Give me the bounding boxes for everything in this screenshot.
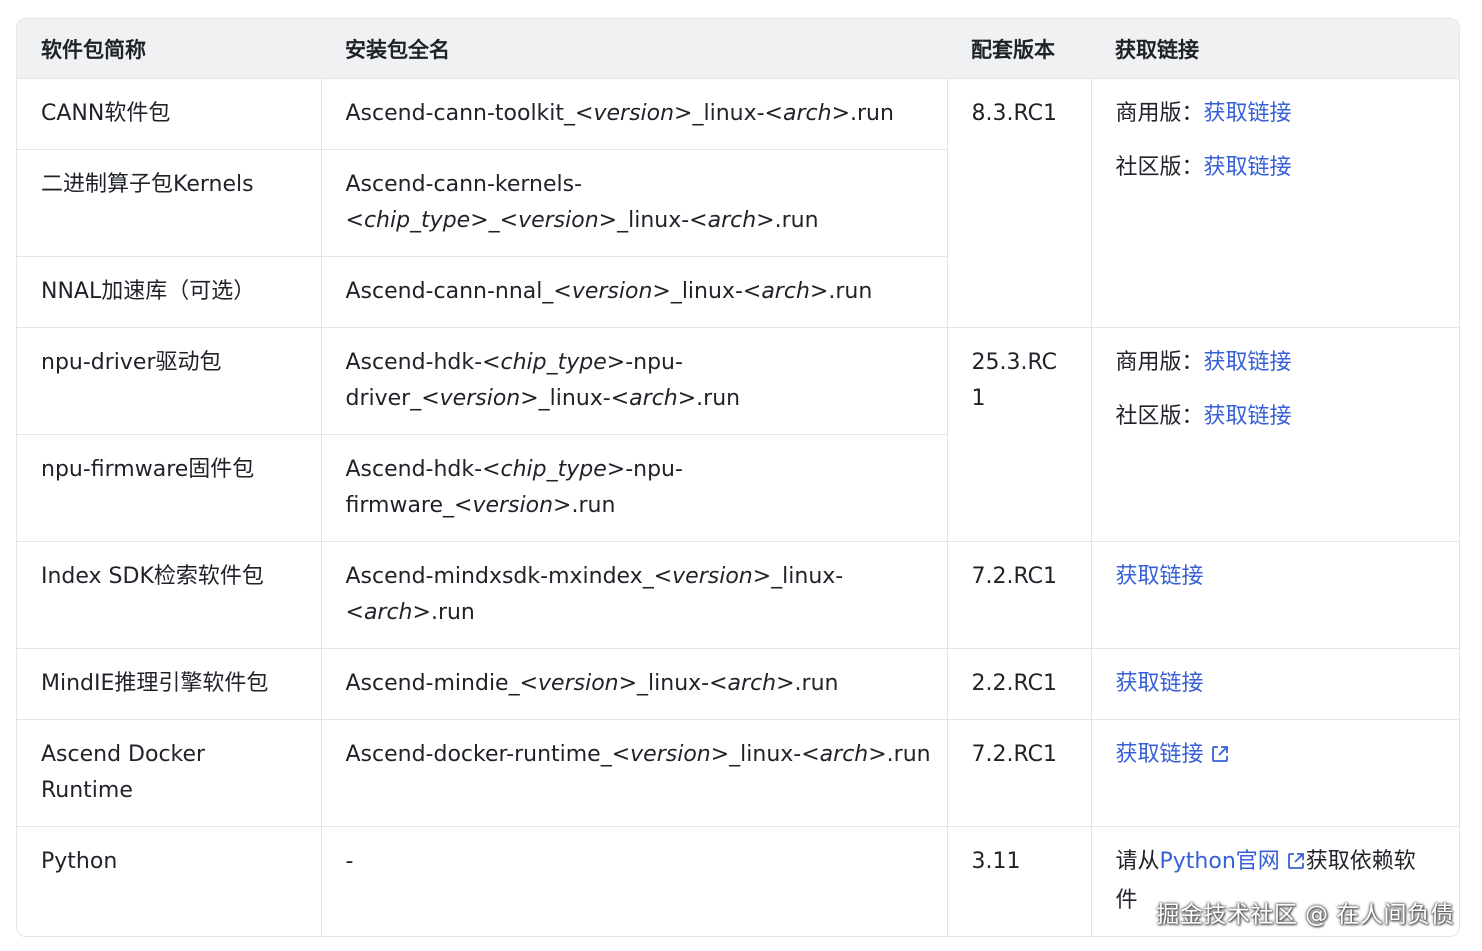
package-version: 7.2.RC1 <box>946 719 1091 827</box>
package-links: 获取链接 <box>1090 541 1459 649</box>
package-name: Ascend Docker Runtime <box>17 719 321 827</box>
table-row: MindIE推理引擎软件包 Ascend-mindie_<version>_li… <box>17 648 1459 720</box>
community-label: 社区版： <box>1115 404 1204 429</box>
package-links: 获取链接 <box>1090 719 1459 827</box>
table-row: npu-driver驱动包 Ascend-hdk-<chip_type>-npu… <box>17 327 1459 542</box>
community-link[interactable]: 获取链接 <box>1204 404 1292 429</box>
package-name: Python <box>17 826 321 936</box>
package-name: MindIE推理引擎软件包 <box>17 648 321 720</box>
table-row: Index SDK检索软件包 Ascend-mindxsdk-mxindex_<… <box>17 541 1459 649</box>
package-file: Ascend-cann-kernels-<chip_type>_<version… <box>320 149 947 257</box>
table-row: CANN软件包 Ascend-cann-toolkit_<version>_li… <box>17 78 1459 328</box>
package-name: npu-driver驱动包 <box>17 327 321 435</box>
external-link-icon <box>1210 740 1230 776</box>
package-version: 8.3.RC1 <box>946 78 1091 328</box>
table-header-row: 软件包简称 安装包全名 配套版本 获取链接 <box>17 19 1459 79</box>
commercial-link[interactable]: 获取链接 <box>1204 101 1292 126</box>
package-version: 3.11 <box>946 826 1091 936</box>
package-file: Ascend-mindie_<version>_linux-<arch>.run <box>320 648 947 720</box>
get-link[interactable]: 获取链接 <box>1116 742 1230 767</box>
package-version: 2.2.RC1 <box>946 648 1091 720</box>
package-name: npu-firmware固件包 <box>17 434 321 542</box>
get-link[interactable]: 获取链接 <box>1116 671 1204 696</box>
package-file: Ascend-cann-nnal_<version>_linux-<arch>.… <box>320 256 947 328</box>
package-links: 获取链接 <box>1090 648 1459 720</box>
community-link[interactable]: 获取链接 <box>1204 155 1292 180</box>
package-name: NNAL加速库（可选） <box>17 256 321 328</box>
python-official-link[interactable]: Python官网 <box>1160 849 1306 874</box>
package-file: - <box>320 826 947 936</box>
package-file: Ascend-hdk-<chip_type>-npu-firmware_<ver… <box>320 434 947 542</box>
package-links: 商用版：获取链接 社区版：获取链接 <box>1090 327 1459 542</box>
package-file: Ascend-cann-toolkit_<version>_linux-<arc… <box>320 78 947 150</box>
commercial-link[interactable]: 获取链接 <box>1204 350 1292 375</box>
get-link[interactable]: 获取链接 <box>1116 564 1204 589</box>
package-name: 二进制算子包Kernels <box>17 149 321 257</box>
package-name: Index SDK检索软件包 <box>17 541 321 649</box>
commercial-label: 商用版： <box>1115 350 1204 375</box>
package-links: 商用版：获取链接 社区版：获取链接 <box>1090 78 1459 328</box>
commercial-label: 商用版： <box>1115 101 1204 126</box>
software-package-table: 软件包简称 安装包全名 配套版本 获取链接 CANN软件包 Ascend-can… <box>16 18 1460 937</box>
external-link-icon <box>1286 847 1306 883</box>
header-package-short-name: 软件包简称 <box>17 19 321 79</box>
package-name: CANN软件包 <box>17 78 321 150</box>
package-file: Ascend-mindxsdk-mxindex_<version>_linux-… <box>320 541 947 649</box>
header-package-full-name: 安装包全名 <box>321 19 947 79</box>
header-version: 配套版本 <box>947 19 1091 79</box>
header-link: 获取链接 <box>1091 19 1459 79</box>
package-version: 7.2.RC1 <box>946 541 1091 649</box>
package-file: Ascend-docker-runtime_<version>_linux-<a… <box>320 719 947 827</box>
package-version: 25.3.RC1 <box>946 327 1091 542</box>
package-file: Ascend-hdk-<chip_type>-npu-driver_<versi… <box>320 327 947 435</box>
community-label: 社区版： <box>1115 155 1204 180</box>
watermark: 掘金技术社区 @ 在人间负债 <box>1156 902 1454 928</box>
table-row: Ascend Docker Runtime Ascend-docker-runt… <box>17 719 1459 827</box>
